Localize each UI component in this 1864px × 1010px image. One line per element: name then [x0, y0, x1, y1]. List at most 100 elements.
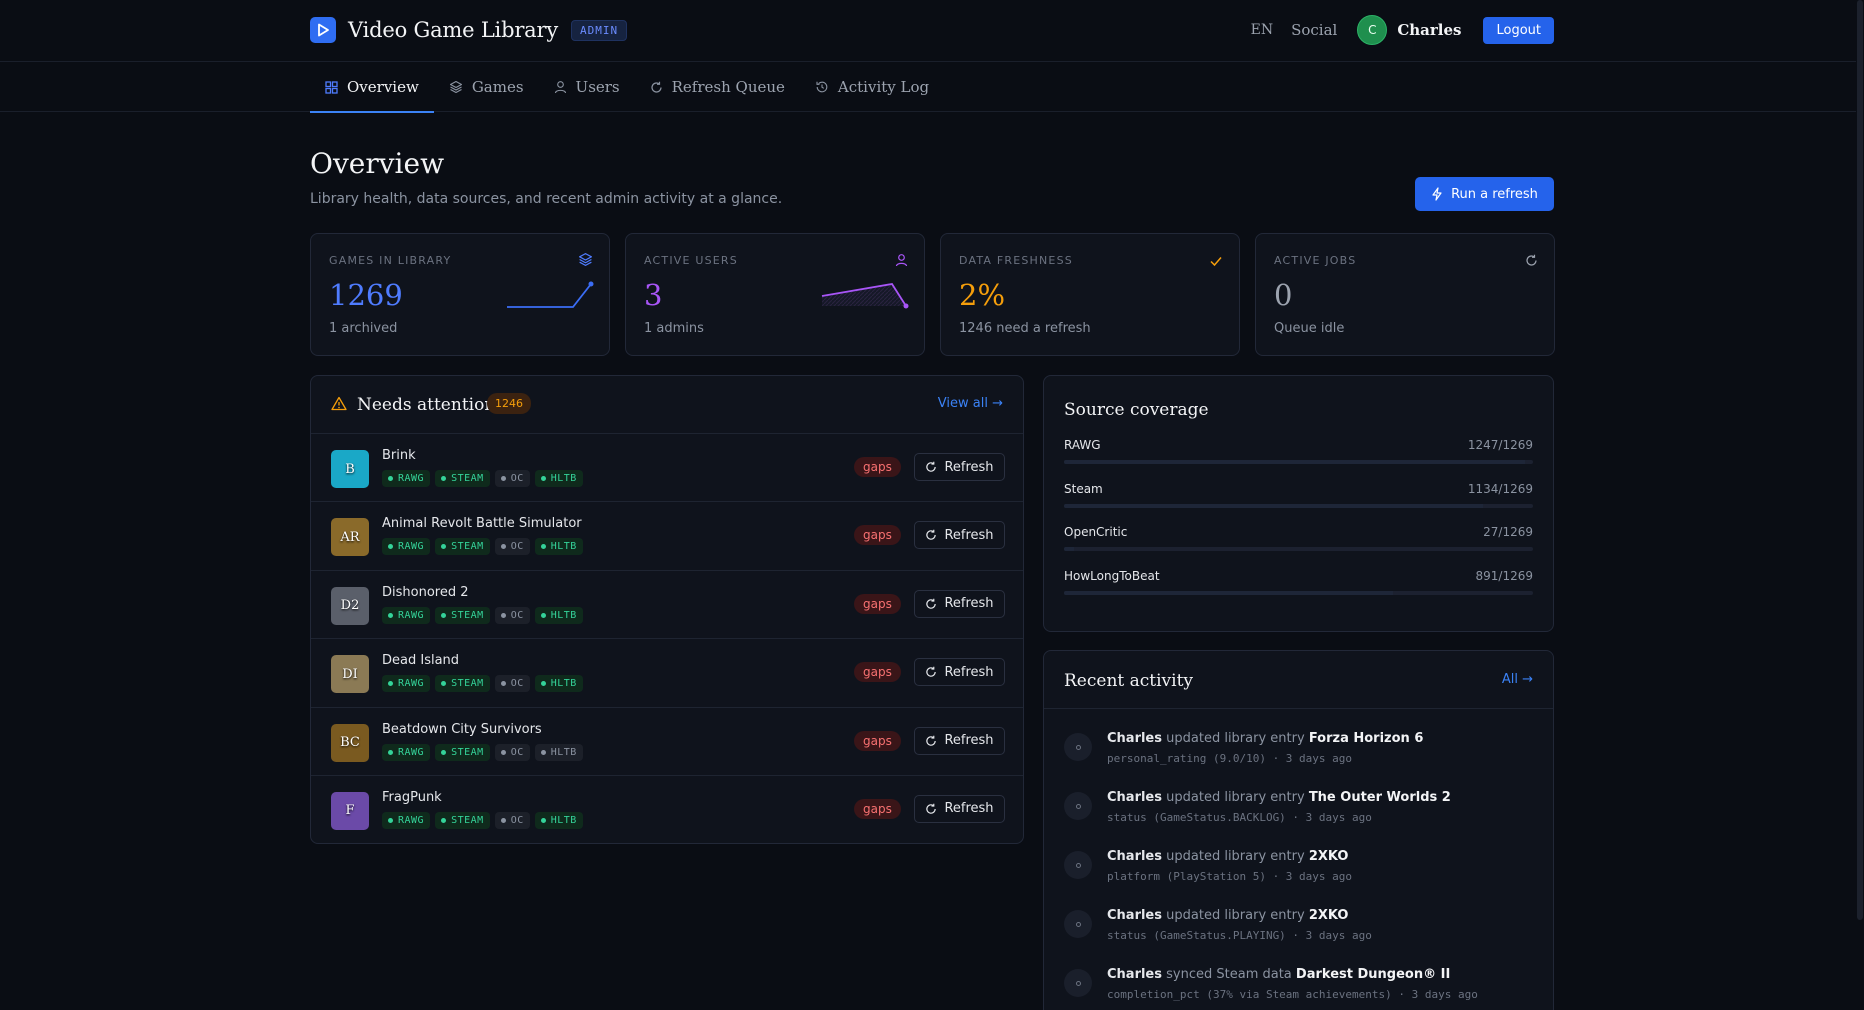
source-tag-label: OC	[510, 746, 524, 758]
logout-button[interactable]: Logout	[1483, 16, 1554, 44]
stat-note: 1246 need a refresh	[959, 321, 1091, 336]
brand[interactable]: Video Game Library ADMIN	[310, 17, 628, 43]
stat-active-users: ACTIVE USERS 3 1 admins	[625, 233, 925, 356]
activity-dot-icon	[1064, 969, 1092, 997]
game-name[interactable]: Brink	[382, 448, 416, 463]
status-dot	[388, 817, 393, 823]
source-tag: HLTB	[534, 811, 583, 829]
status-dot	[540, 817, 546, 823]
refresh-icon	[925, 666, 937, 678]
game-name[interactable]: Beatdown City Survivors	[382, 722, 542, 737]
source-tag: STEAM	[435, 606, 490, 624]
source-tag: OC	[494, 470, 530, 487]
activity-item: Charles updated library entry 2XKO statu…	[1044, 894, 1553, 953]
all-activity-link[interactable]: All →	[1502, 672, 1533, 687]
tab-label: Activity Log	[837, 78, 930, 96]
activity-target[interactable]: 2XKO	[1309, 908, 1349, 923]
source-tag-label: HLTB	[550, 473, 577, 484]
status-dot	[441, 749, 447, 755]
activity-target[interactable]: Darkest Dungeon® II	[1296, 967, 1450, 982]
activity-actor[interactable]: Charles	[1107, 731, 1162, 746]
tab-games[interactable]: Games	[434, 62, 539, 112]
source-tags: RAWG STEAM OC HLTB	[382, 538, 588, 556]
page-scrollbar[interactable]	[1856, 0, 1864, 1010]
activity-target[interactable]: Forza Horizon 6	[1309, 731, 1424, 746]
stat-label: ACTIVE JOBS	[1274, 254, 1357, 267]
coverage-bar	[1064, 547, 1533, 551]
game-name[interactable]: Dead Island	[382, 653, 459, 668]
gaps-badge: gaps	[854, 730, 901, 751]
refresh-button[interactable]: Refresh	[914, 658, 1005, 687]
stat-active-jobs: ACTIVE JOBS 0 Queue idle	[1255, 233, 1555, 356]
refresh-button[interactable]: Refresh	[914, 521, 1005, 550]
status-dot	[500, 681, 506, 687]
tab-refresh-queue[interactable]: Refresh Queue	[635, 62, 800, 112]
attention-row: D2 Dishonored 2 RAWG STEAM OC HLTB gaps Ref…	[311, 571, 1023, 640]
refresh-button[interactable]: Refresh	[914, 589, 1005, 618]
activity-detail: personal_rating (9.0/10) · 3 days ago	[1107, 752, 1353, 765]
social-link[interactable]: Social	[1291, 21, 1337, 39]
tab-label: Games	[471, 78, 524, 96]
run-refresh-label: Run a refresh	[1451, 186, 1538, 202]
source-tag-label: STEAM	[451, 678, 484, 690]
language-switch[interactable]: EN	[1251, 22, 1273, 38]
scrollbar-thumb[interactable]	[1857, 0, 1863, 920]
stat-value: 0	[1274, 278, 1293, 312]
source-tag-label: OC	[510, 609, 524, 621]
attention-row: DI Dead Island RAWG STEAM OC HLTB gaps Refr…	[311, 639, 1023, 708]
activity-item: Charles updated library entry 2XKO platf…	[1044, 835, 1553, 894]
source-tags: RAWG STEAM OC HLTB	[382, 675, 588, 693]
stat-label: GAMES IN LIBRARY	[329, 254, 452, 267]
page-subtitle: Library health, data sources, and recent…	[310, 191, 783, 207]
refresh-button[interactable]: Refresh	[914, 794, 1005, 823]
activity-target[interactable]: The Outer Worlds 2	[1309, 790, 1451, 805]
activity-item: Charles updated library entry Forza Hori…	[1044, 717, 1553, 776]
attention-row: AR Animal Revolt Battle Simulator RAWG ST…	[311, 502, 1023, 571]
activity-summary: Charles synced Steam data Darkest Dungeo…	[1107, 967, 1450, 982]
source-tag: OC	[494, 538, 530, 556]
source-tag: STEAM	[435, 811, 490, 829]
tab-activity-log[interactable]: Activity Log	[800, 62, 944, 112]
stat-note: 1 admins	[644, 321, 704, 336]
game-name[interactable]: FragPunk	[382, 790, 442, 805]
gaps-badge: gaps	[854, 662, 901, 683]
history-icon	[815, 80, 829, 94]
run-refresh-button[interactable]: Run a refresh	[1415, 177, 1554, 211]
activity-actor[interactable]: Charles	[1107, 790, 1162, 805]
avatar[interactable]: C	[1357, 15, 1388, 45]
status-dot	[388, 476, 393, 481]
source-tag: STEAM	[435, 470, 490, 487]
game-thumbnail: D2	[331, 586, 369, 625]
stat-value: 3	[644, 278, 663, 312]
coverage-bar-fill	[1064, 547, 1074, 551]
lightning-icon	[1431, 187, 1443, 201]
stat-value: 2%	[959, 278, 1006, 312]
gaps-badge: gaps	[854, 593, 901, 614]
refresh-button[interactable]: Refresh	[914, 453, 1005, 481]
tab-users[interactable]: Users	[539, 62, 635, 112]
tab-overview[interactable]: Overview	[310, 62, 434, 113]
activity-actor[interactable]: Charles	[1107, 908, 1162, 923]
admin-badge: ADMIN	[570, 19, 628, 41]
refresh-label: Refresh	[944, 596, 994, 612]
game-thumbnail: B	[331, 450, 369, 488]
game-name[interactable]: Animal Revolt Battle Simulator	[382, 516, 582, 531]
coverage-bar	[1064, 504, 1533, 508]
activity-actor[interactable]: Charles	[1107, 967, 1162, 982]
view-all-link[interactable]: View all →	[938, 396, 1003, 411]
source-tag-label: HLTB	[550, 746, 577, 758]
source-tag-label: RAWG	[398, 609, 425, 621]
activity-detail: completion_pct (37% via Steam achievemen…	[1107, 988, 1478, 1001]
activity-item: Charles updated library entry The Outer …	[1044, 776, 1553, 835]
status-dot	[540, 681, 546, 687]
status-dot	[388, 612, 393, 618]
attention-row: F FragPunk RAWG STEAM OC HLTB gaps Refresh	[311, 776, 1023, 843]
activity-actor[interactable]: Charles	[1107, 849, 1162, 864]
username[interactable]: Charles	[1397, 21, 1461, 39]
refresh-button[interactable]: Refresh	[914, 726, 1005, 755]
activity-target[interactable]: 2XKO	[1309, 849, 1349, 864]
game-name[interactable]: Dishonored 2	[382, 585, 469, 600]
gaps-badge: gaps	[854, 798, 901, 819]
stat-value: 1269	[329, 278, 403, 312]
stat-games-in-library: GAMES IN LIBRARY 1269 1 archived	[310, 233, 610, 356]
